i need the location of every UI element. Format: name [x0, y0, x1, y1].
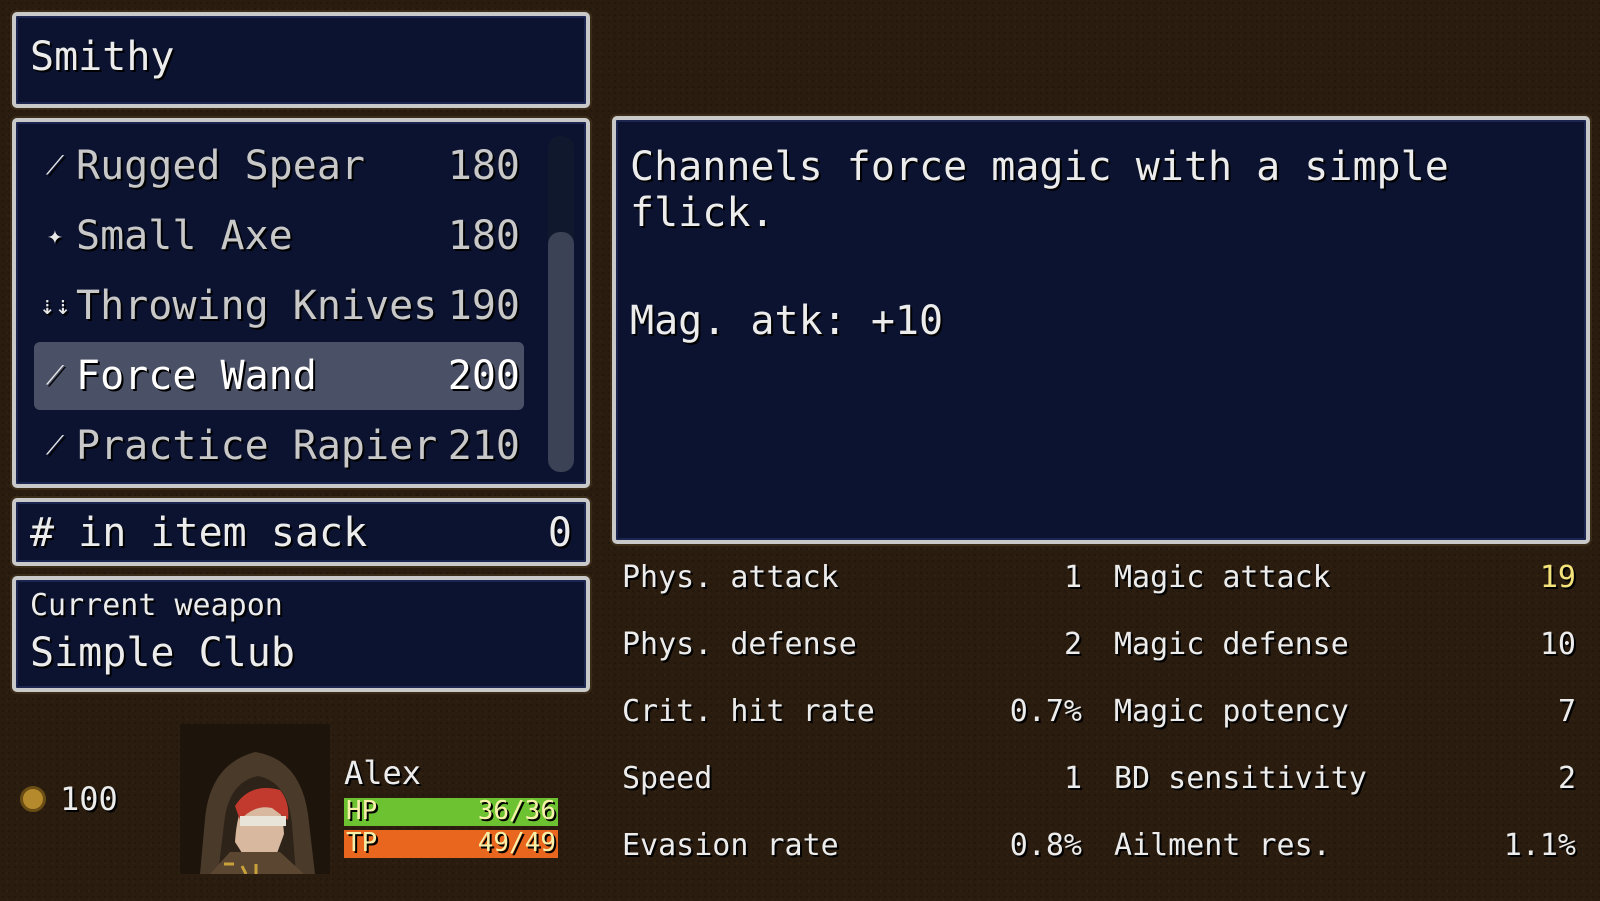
stat-label: Phys. attack	[622, 560, 839, 595]
item-name: Practice Rapier	[76, 423, 438, 469]
stat-label: Magic defense	[1114, 627, 1349, 662]
gold-amount: 100	[60, 780, 118, 818]
stat-label: BD sensitivity	[1114, 761, 1367, 796]
item-price: 180	[447, 143, 520, 189]
item-price: 200	[447, 353, 520, 399]
actor-status: Alex HP 36/36 TP 49/49	[344, 754, 558, 862]
stat-value: 1.1%	[1503, 828, 1576, 863]
stat-row: Evasion rate 0.8%	[622, 828, 1082, 868]
current-weapon-label: Current weapon	[30, 588, 283, 623]
item-price: 210	[447, 423, 520, 469]
stat-value: 10	[1539, 627, 1576, 662]
gold-coin-icon	[20, 786, 46, 812]
tp-value: 49/49	[477, 828, 556, 858]
shop-item-row[interactable]: ⟋ Practice Rapier 210	[34, 412, 524, 480]
item-price: 190	[447, 283, 520, 329]
stat-value: 1	[1063, 761, 1082, 796]
stat-label: Speed	[622, 761, 713, 796]
item-description: Channels force magic with a simple flick…	[630, 144, 1449, 236]
stat-value: 0.7%	[1009, 694, 1082, 729]
shop-item-row[interactable]: ✦ Small Axe 180	[34, 202, 524, 270]
stat-value: 2	[1063, 627, 1082, 662]
item-name: Rugged Spear	[76, 143, 365, 189]
item-name: Force Wand	[76, 353, 317, 399]
stat-label: Magic potency	[1114, 694, 1349, 729]
stat-row: Phys. attack 1	[622, 560, 1082, 600]
stat-value: 7	[1557, 694, 1576, 729]
item-effect: Mag. atk: +10	[630, 298, 944, 344]
hp-label: HP	[346, 796, 378, 826]
item-sack-window: # in item sack 0	[12, 498, 590, 566]
stat-label: Ailment res.	[1114, 828, 1331, 863]
current-weapon-window: Current weapon Simple Club	[12, 576, 590, 692]
list-scrollbar[interactable]	[548, 136, 574, 472]
current-weapon-name: Simple Club	[30, 630, 295, 676]
stat-row: Magic potency 7	[1114, 694, 1576, 734]
item-name: Small Axe	[76, 213, 293, 259]
actor-name: Alex	[344, 754, 422, 792]
shop-title: Smithy	[30, 34, 175, 80]
stat-value: 2	[1557, 761, 1576, 796]
item-price: 180	[447, 213, 520, 259]
wand-icon: ⟋	[45, 360, 65, 391]
shop-item-row[interactable]: ⟋ Force Wand 200	[34, 342, 524, 410]
stat-row: Phys. defense 2	[622, 627, 1082, 667]
item-description-window: Channels force magic with a simple flick…	[612, 116, 1590, 544]
shop-title-window: Smithy	[12, 12, 590, 108]
axe-icon: ✦	[47, 221, 63, 251]
stat-row: Magic defense 10	[1114, 627, 1576, 667]
shop-item-row[interactable]: ⇣⇣ Throwing Knives 190	[34, 272, 524, 340]
shop-item-list[interactable]: ⟋ Rugged Spear 180 ✦ Small Axe 180 ⇣⇣ Throwing …	[12, 118, 590, 488]
stat-value: 1	[1063, 560, 1082, 595]
shop-item-row[interactable]: ⟋ Rugged Spear 180	[34, 132, 524, 200]
tp-label: TP	[346, 828, 378, 858]
scrollbar-thumb[interactable]	[548, 232, 574, 472]
stat-value: 0.8%	[1009, 828, 1082, 863]
stat-row: Crit. hit rate 0.7%	[622, 694, 1082, 734]
hp-gauge: HP 36/36	[344, 796, 558, 826]
item-sack-count: 0	[547, 510, 572, 556]
spear-icon: ⟋	[45, 150, 65, 181]
stat-value: 19	[1539, 560, 1576, 595]
actor-portrait	[180, 724, 330, 875]
stat-row: Speed 1	[622, 761, 1082, 801]
item-name: Throwing Knives	[76, 283, 438, 329]
item-sack-label: # in item sack	[30, 510, 368, 556]
stat-label: Crit. hit rate	[622, 694, 875, 729]
gold-display: 100	[20, 780, 118, 818]
hp-value: 36/36	[477, 796, 556, 826]
rapier-icon: ⟋	[45, 430, 65, 461]
knives-icon: ⇣⇣	[39, 291, 71, 321]
stat-row: Magic attack 19	[1114, 560, 1576, 600]
stat-row: Ailment res. 1.1%	[1114, 828, 1576, 868]
stat-label: Phys. defense	[622, 627, 857, 662]
stat-label: Magic attack	[1114, 560, 1331, 595]
stat-row: BD sensitivity 2	[1114, 761, 1576, 801]
tp-gauge: TP 49/49	[344, 828, 558, 858]
stat-label: Evasion rate	[622, 828, 839, 863]
